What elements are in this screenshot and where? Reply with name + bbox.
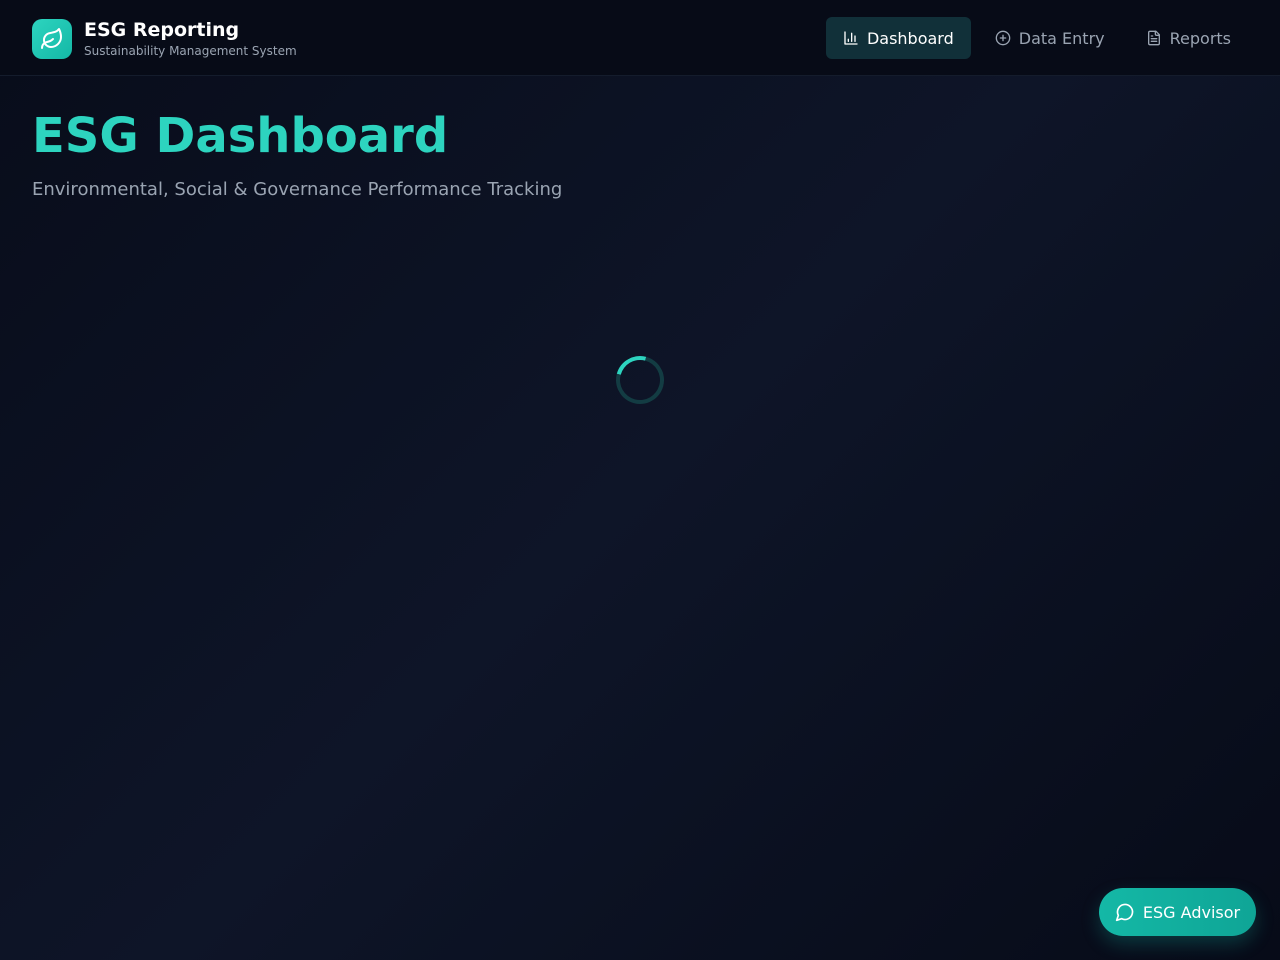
nav-item-data-entry[interactable]: Data Entry [978, 17, 1122, 59]
main-nav: Dashboard Data Entry Reports [819, 17, 1248, 59]
app-subtitle: Sustainability Management System [84, 44, 297, 58]
page-subtitle: Environmental, Social & Governance Perfo… [32, 179, 563, 200]
bar-chart-icon [844, 31, 858, 45]
nav-item-label: Reports [1169, 28, 1231, 48]
brand[interactable]: ESG Reporting Sustainability Management … [32, 18, 297, 59]
leaf-icon [32, 18, 72, 59]
esg-advisor-button[interactable]: ESG Advisor [1099, 888, 1256, 936]
page-title: ESG Dashboard [32, 108, 449, 164]
nav-item-label: Data Entry [1018, 28, 1105, 48]
nav-item-reports[interactable]: Reports [1129, 17, 1248, 59]
brand-text: ESG Reporting Sustainability Management … [84, 18, 297, 59]
plus-circle-icon [995, 30, 1011, 46]
message-circle-icon [1115, 903, 1134, 922]
nav-item-dashboard[interactable]: Dashboard [825, 17, 971, 59]
loading-spinner-icon [607, 347, 673, 413]
app-title: ESG Reporting [84, 19, 240, 41]
esg-advisor-label: ESG Advisor [1142, 902, 1241, 922]
nav-item-label: Dashboard [866, 28, 954, 48]
file-text-icon [1147, 30, 1160, 46]
top-navbar: ESG Reporting Sustainability Management … [0, 0, 1280, 76]
